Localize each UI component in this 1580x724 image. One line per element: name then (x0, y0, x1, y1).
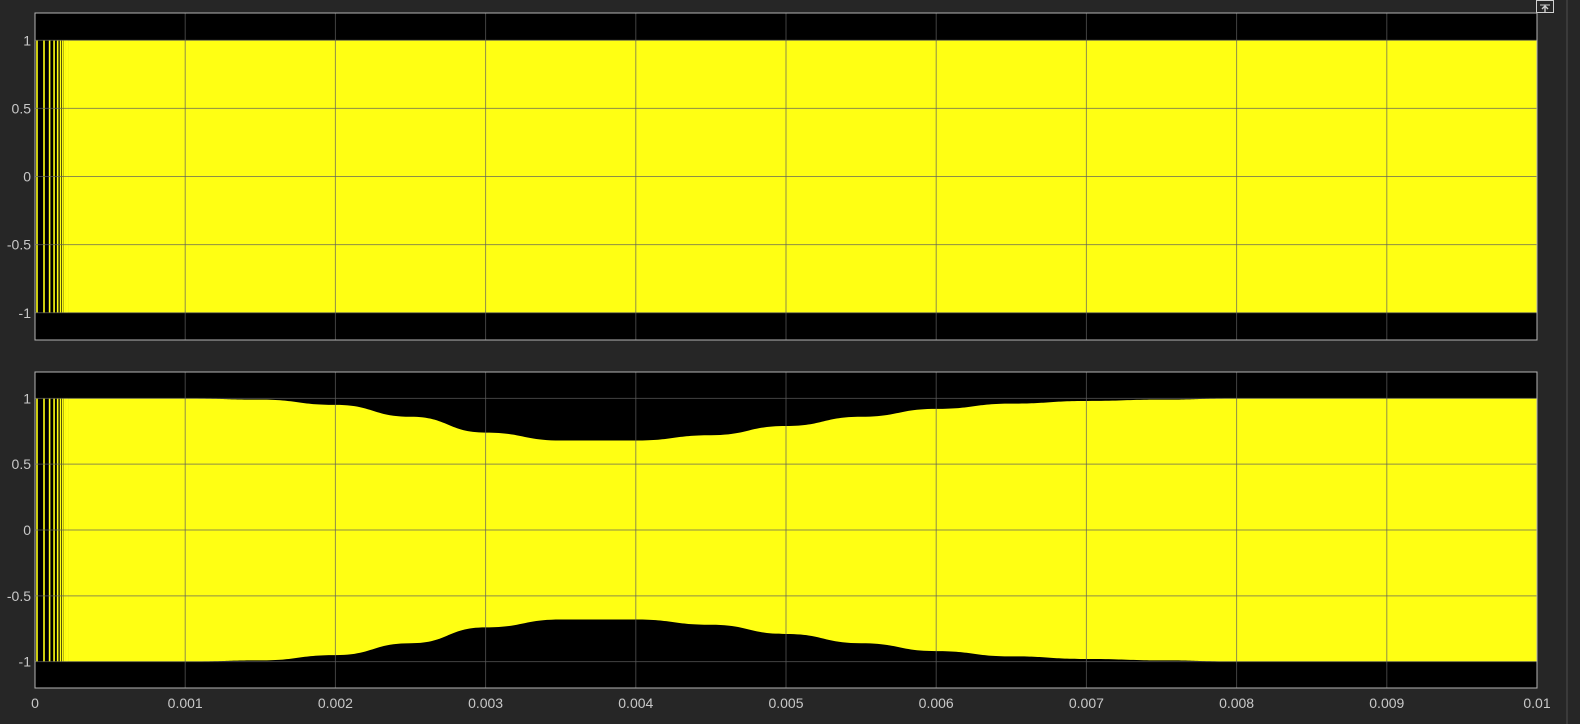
x-tick-label: 0.003 (468, 695, 503, 711)
y-tick-label: 1 (23, 32, 31, 48)
y-tick-label: -0.5 (7, 237, 31, 253)
scope-figure: 1 0.5 0 -0.5 -1 1 0.5 0 -0.5 -1 0 0.001 0.002 0.003 0.… (7, 12, 1551, 711)
x-tick-label: 0.002 (318, 695, 353, 711)
axes-panel-2: 1 0.5 0 -0.5 -1 0 0.001 0.002 0.003 0.004 0.005 0.0… (7, 371, 1551, 711)
x-tick-label: 0 (31, 695, 39, 711)
y-tick-label: -1 (19, 305, 32, 321)
x-tick-label: 0.005 (768, 695, 803, 711)
y-tick-label: 0.5 (12, 100, 32, 116)
x-tick-label: 0.009 (1369, 695, 1404, 711)
y-tick-label: -1 (19, 654, 32, 670)
y-tick-label: 0 (23, 522, 31, 538)
y-tick-label: 0.5 (12, 456, 32, 472)
y-tick-label: 0 (23, 169, 31, 185)
y-tick-label: -0.5 (7, 588, 31, 604)
x-tick-label: 0.01 (1523, 695, 1550, 711)
axes-panel-1: 1 0.5 0 -0.5 -1 (7, 12, 1538, 341)
y-tick-label: 1 (23, 390, 31, 406)
x-tick-label: 0.004 (618, 695, 653, 711)
x-tick-label: 0.008 (1219, 695, 1254, 711)
x-tick-label: 0.007 (1069, 695, 1104, 711)
x-tick-label: 0.001 (168, 695, 203, 711)
x-tick-label: 0.006 (919, 695, 954, 711)
